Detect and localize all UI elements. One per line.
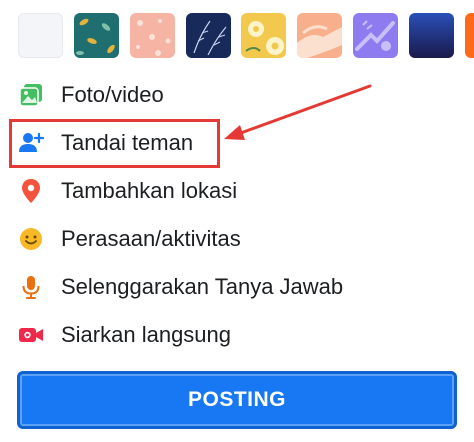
menu-item-go-live[interactable]: Siarkan langsung	[0, 312, 474, 358]
background-swatch-navy-botanical[interactable]	[186, 13, 231, 58]
annotation-highlight-box	[9, 119, 220, 168]
menu-item-host-qa[interactable]: Selenggarakan Tanya Jawab	[0, 264, 474, 310]
smiley-icon	[18, 226, 44, 252]
menu-item-photo-video[interactable]: Foto/video	[0, 72, 474, 118]
background-swatch-teal-leaves[interactable]	[74, 13, 119, 58]
menu-item-label: Perasaan/aktivitas	[61, 226, 241, 251]
background-swatch-orange-gradient[interactable]	[465, 13, 474, 58]
menu-item-label: Foto/video	[61, 82, 164, 107]
background-swatch-peach-hands[interactable]	[297, 13, 342, 58]
menu-item-label: Selenggarakan Tanya Jawab	[61, 274, 344, 299]
background-swatch-yellow-flowers[interactable]	[241, 13, 286, 58]
posting-button[interactable]: POSTING	[17, 371, 457, 429]
background-swatch-blue-gradient[interactable]	[409, 13, 454, 58]
live-video-icon	[18, 322, 44, 348]
background-picker	[0, 0, 474, 74]
location-pin-icon	[18, 178, 44, 204]
background-swatch-plain[interactable]	[18, 13, 63, 58]
menu-item-label: Tambahkan lokasi	[61, 178, 238, 203]
photo-icon	[18, 82, 44, 108]
menu-item-add-location[interactable]: Tambahkan lokasi	[0, 168, 474, 214]
menu-item-feeling-activity[interactable]: Perasaan/aktivitas	[0, 216, 474, 262]
background-swatch-purple-hands[interactable]	[353, 13, 398, 58]
menu-item-label: Siarkan langsung	[61, 322, 232, 347]
microphone-icon	[18, 274, 44, 300]
background-swatch-pink-pattern[interactable]	[130, 13, 175, 58]
